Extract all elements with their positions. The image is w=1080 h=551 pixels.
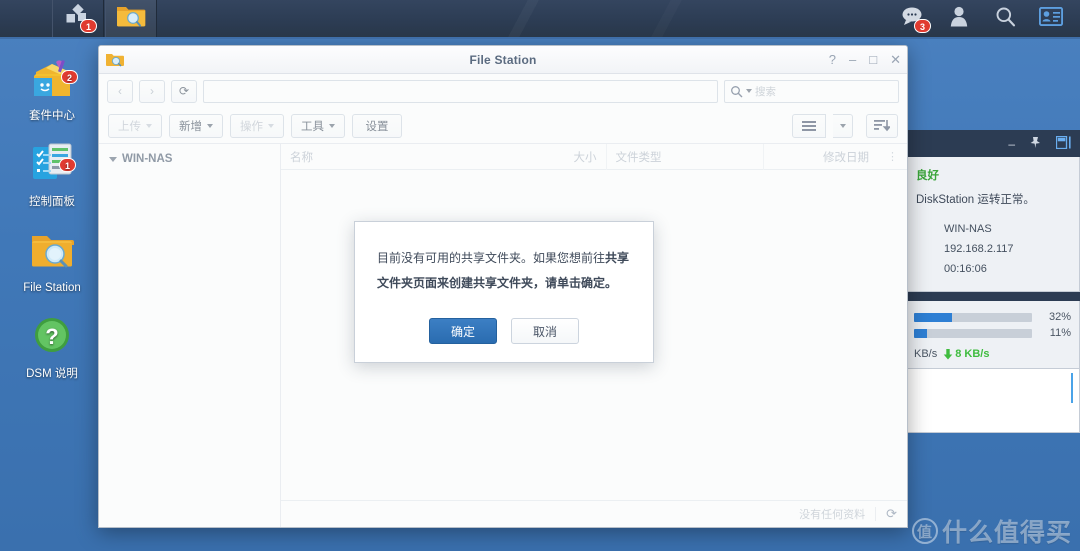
file-station-folder-icon (116, 4, 146, 34)
help-question-icon: ? (26, 310, 78, 362)
desktop-icon-control-panel[interactable]: 1 控制面板 (4, 138, 100, 209)
widget-panel: – 良好 DiskStation 运转正常。 WIN-NAS 192.168.2… (905, 130, 1080, 433)
widgets-toggle-button[interactable] (1036, 4, 1066, 34)
system-health-status-word: 良好 (906, 167, 1079, 183)
taskbar-file-station-button[interactable] (105, 0, 157, 37)
close-button[interactable]: ✕ (890, 53, 901, 66)
file-station-folder-icon (26, 224, 78, 276)
user-menu-button[interactable] (944, 4, 974, 34)
network-upload-speed: KB/s (914, 348, 937, 360)
pin-icon[interactable] (1029, 136, 1042, 151)
system-health-widget: 良好 DiskStation 运转正常。 WIN-NAS 192.168.2.1… (905, 157, 1080, 292)
dialog-message-part1: 目前没有可用的共享文件夹。如果您想前往 (377, 251, 605, 265)
cpu-usage-percent: 32% (1039, 311, 1071, 323)
window-title-bar[interactable]: File Station ? – □ ✕ (99, 46, 907, 74)
system-info-rows: WIN-NAS 192.168.2.117 00:16:06 (906, 219, 1079, 279)
search-button[interactable] (990, 4, 1020, 34)
uptime-row: 00:16:06 (906, 259, 1079, 279)
app-grid-icon: 1 (65, 4, 91, 33)
widget-bottom-area (905, 369, 1080, 433)
collapse-panel-icon[interactable] (1056, 136, 1071, 151)
notifications-button[interactable]: 3 (898, 4, 928, 34)
widgets-panel-icon (1039, 7, 1063, 31)
dialog-buttons: 确定 取消 (377, 318, 631, 344)
help-button[interactable]: ? (829, 53, 836, 66)
network-speed-row: KB/s 8 KB/s (906, 341, 1079, 362)
desktop-icon-label: DSM 说明 (4, 367, 100, 381)
desktop-icon-label: File Station (4, 281, 100, 295)
dialog-message: 目前没有可用的共享文件夹。如果您想前往共享文件夹页面来创建共享文件夹，请单击确定… (377, 246, 631, 296)
package-center-badge: 2 (61, 70, 78, 84)
magnifier-icon (995, 6, 1016, 32)
resource-monitor-widget: 32% 11% KB/s 8 KB/s (905, 301, 1080, 369)
ram-usage-bar (914, 329, 1032, 338)
widget-minimize-button[interactable]: – (1008, 138, 1015, 150)
ram-usage-percent: 11% (1039, 327, 1071, 339)
window-controls: ? – □ ✕ (829, 53, 901, 66)
download-arrow-icon (943, 349, 953, 360)
minimize-button[interactable]: – (849, 53, 856, 66)
notifications-badge: 3 (914, 19, 931, 33)
desktop-icon-file-station[interactable]: File Station (4, 224, 100, 295)
page-title: File Station (99, 53, 907, 67)
file-station-window: File Station ? – □ ✕ ‹ › ⟳ 搜索 上传 新增 操 (98, 45, 908, 528)
cpu-usage-bar (914, 313, 1032, 322)
health-status-green: 良好 (916, 170, 939, 182)
confirm-button[interactable]: 确定 (429, 318, 497, 344)
control-panel-badge: 1 (59, 158, 76, 172)
cpu-usage-row: 32% (906, 309, 1079, 325)
taskbar-right-icons: 3 (898, 0, 1074, 37)
person-icon (950, 6, 968, 32)
taskbar: 1 3 (0, 0, 1080, 39)
network-download-speed: 8 KB/s (943, 348, 989, 360)
desktop-icon-label: 控制面板 (4, 195, 100, 209)
desktop-icon-package-center[interactable]: 2 套件中心 (4, 52, 100, 123)
ip-address-row: 192.168.2.117 (906, 239, 1079, 259)
app-menu-badge: 1 (80, 19, 97, 33)
taskbar-app-menu-button[interactable]: 1 (52, 0, 104, 37)
maximize-button[interactable]: □ (869, 53, 877, 66)
server-name-row: WIN-NAS (906, 219, 1079, 239)
desktop-icon-label: 套件中心 (4, 109, 100, 123)
cancel-button[interactable]: 取消 (511, 318, 579, 344)
desktop-icon-dsm-help[interactable]: ? DSM 说明 (4, 310, 100, 381)
download-speed-value: 8 KB/s (955, 348, 989, 360)
widget-scroll-marker (1071, 373, 1073, 403)
taskbar-left-spacer (0, 0, 52, 37)
ram-usage-row: 11% (906, 325, 1079, 341)
package-center-icon: 2 (26, 52, 78, 104)
svg-text:?: ? (45, 324, 58, 349)
system-health-status-text: DiskStation 运转正常。 (906, 191, 1079, 207)
control-panel-icon: 1 (26, 138, 78, 190)
widget-separator (905, 292, 1080, 301)
widget-panel-controls: – (905, 130, 1080, 157)
no-shared-folder-dialog: 目前没有可用的共享文件夹。如果您想前往共享文件夹页面来创建共享文件夹，请单击确定… (354, 221, 654, 363)
